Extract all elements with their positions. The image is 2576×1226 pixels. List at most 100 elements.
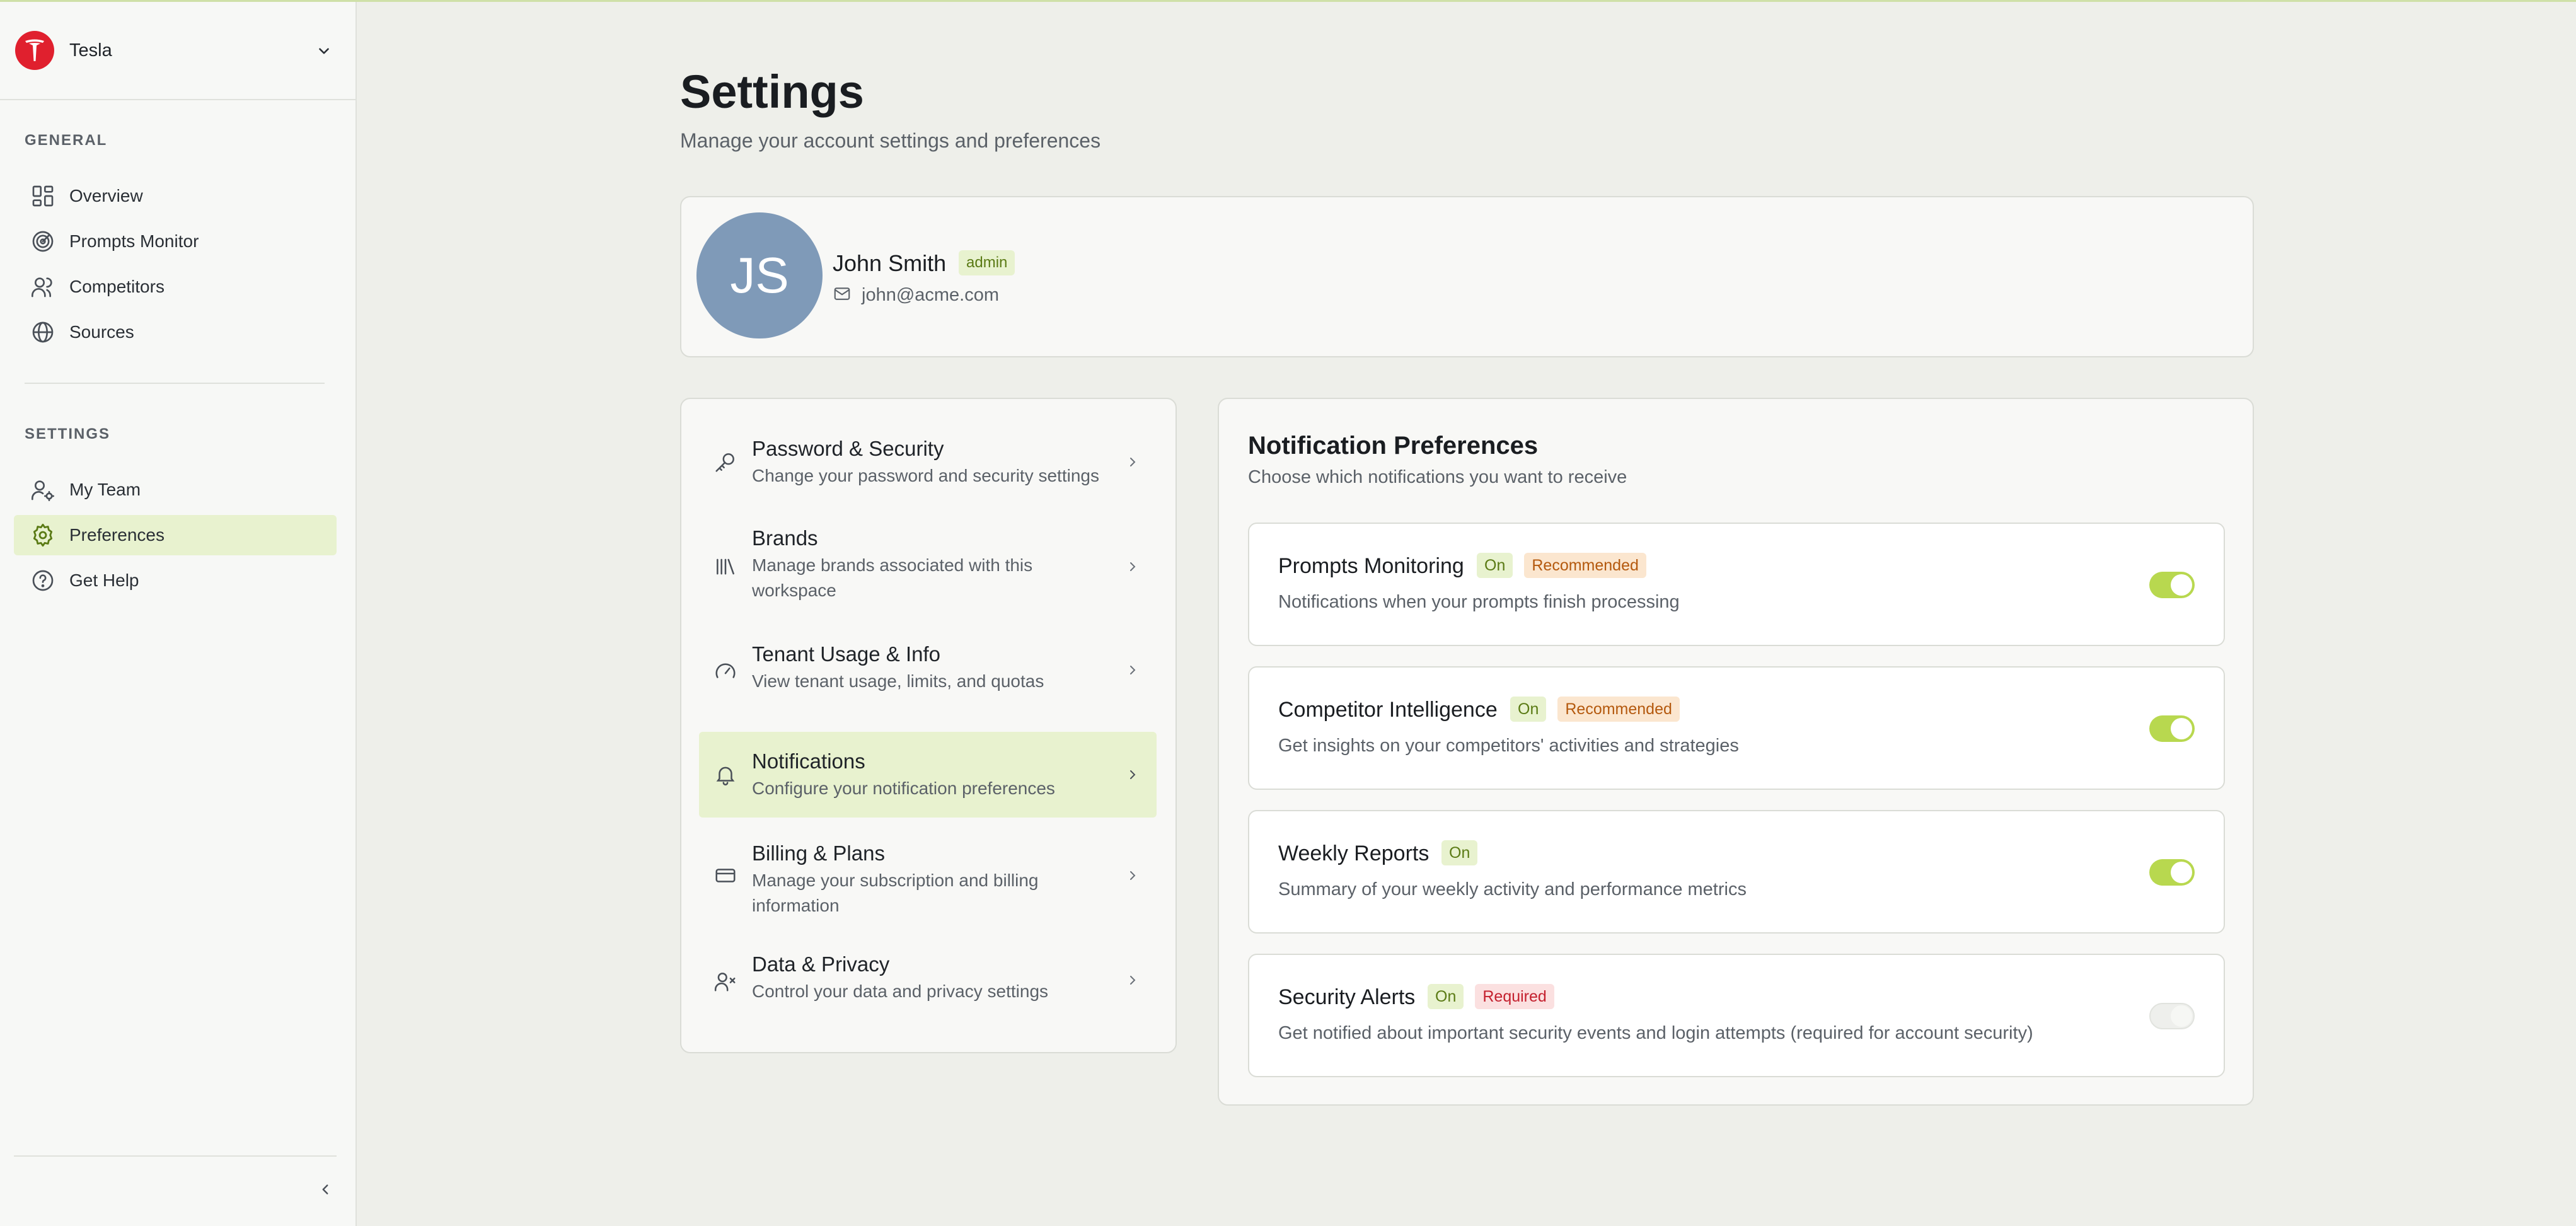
pref-row-security-alerts: Security Alerts On Required Get notified… [1248, 954, 2225, 1077]
sidebar-item-label: Get Help [69, 570, 139, 590]
sidebar-item-get-help[interactable]: Get Help [14, 560, 337, 601]
bell-icon [712, 761, 739, 789]
sidebar-item-prompts-monitor[interactable]: Prompts Monitor [14, 221, 337, 262]
library-icon [712, 553, 739, 581]
user-gear-icon [29, 476, 57, 504]
chevron-right-icon [1121, 763, 1144, 786]
sidebar-item-my-team[interactable]: My Team [14, 470, 337, 510]
toggle-knob [2171, 574, 2192, 596]
profile-email: john@acme.com [862, 285, 1000, 305]
app-root: Tesla GENERAL Overview Prompts Monitor C… [0, 0, 2576, 1226]
workspace-name: Tesla [69, 40, 112, 61]
main-content: Settings Manage your account settings an… [357, 2, 2576, 1226]
toggle-competitor-intelligence[interactable] [2149, 715, 2195, 742]
sidebar-item-sources[interactable]: Sources [14, 312, 337, 352]
chevron-right-icon [1121, 864, 1144, 887]
sidebar-item-label: Prompts Monitor [69, 231, 199, 251]
user-x-icon [712, 968, 739, 995]
role-badge: admin [959, 250, 1015, 275]
status-badge: On [1441, 840, 1478, 865]
sidebar: Tesla GENERAL Overview Prompts Monitor C… [0, 2, 357, 1226]
menu-item-title: Notifications [752, 749, 865, 773]
menu-item-title: Billing & Plans [752, 841, 885, 865]
pref-row-prompts-monitoring: Prompts Monitoring On Recommended Notifi… [1248, 523, 2225, 646]
chevron-right-icon [1121, 555, 1144, 578]
sidebar-divider [25, 383, 325, 384]
sidebar-bottom-divider [14, 1155, 337, 1157]
toggle-prompts-monitoring[interactable] [2149, 572, 2195, 598]
chevron-right-icon [1121, 659, 1144, 681]
pref-desc: Get insights on your competitors' activi… [1278, 736, 1739, 756]
page-title: Settings [680, 66, 864, 118]
pref-row-weekly-reports: Weekly Reports On Summary of your weekly… [1248, 810, 2225, 934]
menu-item-desc: Control your data and privacy settings [752, 981, 1049, 1001]
menu-item-title: Tenant Usage & Info [752, 642, 941, 666]
menu-item-desc: View tenant usage, limits, and quotas [752, 671, 1044, 691]
menu-item-tenant-usage[interactable]: Tenant Usage & Info View tenant usage, l… [699, 625, 1157, 717]
recommended-badge: Recommended [1524, 553, 1646, 578]
help-circle-icon [29, 567, 57, 594]
avatar: JS [696, 212, 823, 338]
recommended-badge: Recommended [1557, 697, 1680, 722]
menu-item-billing-plans[interactable]: Billing & Plans Manage your subscription… [699, 821, 1157, 930]
pref-desc: Notifications when your prompts finish p… [1278, 592, 1680, 612]
status-badge: On [1510, 697, 1547, 722]
tesla-logo-icon [15, 31, 54, 70]
page-subtitle: Manage your account settings and prefere… [680, 129, 1101, 152]
toggle-knob [2171, 1005, 2192, 1027]
workspace-switcher[interactable]: Tesla [0, 2, 357, 100]
users-icon [29, 273, 57, 301]
radar-icon [29, 228, 57, 255]
pref-badges: On Recommended [1477, 553, 1646, 578]
pref-badges: On Required [1428, 984, 1554, 1009]
menu-item-brands[interactable]: Brands Manage brands associated with thi… [699, 512, 1157, 621]
menu-item-password-security[interactable]: Password & Security Change your password… [699, 417, 1157, 509]
mail-icon [833, 284, 852, 306]
pref-title: Prompts Monitoring [1278, 554, 1464, 578]
required-badge: Required [1475, 984, 1554, 1009]
pref-badges: On Recommended [1510, 697, 1680, 722]
chevron-left-icon [317, 1181, 333, 1201]
general-section-label: GENERAL [25, 132, 108, 149]
menu-item-data-privacy[interactable]: Data & Privacy Control your data and pri… [699, 934, 1157, 1026]
notification-preferences-card: Notification Preferences Choose which no… [1218, 398, 2254, 1106]
chevron-right-icon [1121, 969, 1144, 992]
sidebar-item-label: Preferences [69, 525, 165, 545]
sidebar-item-label: Competitors [69, 277, 165, 296]
menu-item-desc: Manage brands associated with this works… [752, 555, 1033, 600]
pref-title: Competitor Intelligence [1278, 698, 1498, 722]
pref-desc: Get notified about important security ev… [1278, 1023, 2033, 1043]
chevron-right-icon [1121, 451, 1144, 473]
menu-item-notifications[interactable]: Notifications Configure your notificatio… [699, 732, 1157, 818]
menu-item-desc: Configure your notification preferences [752, 778, 1055, 798]
collapse-sidebar-button[interactable] [313, 1178, 338, 1203]
key-icon [712, 448, 739, 476]
toggle-knob [2171, 862, 2192, 883]
globe-icon [29, 318, 57, 346]
toggle-weekly-reports[interactable] [2149, 859, 2195, 886]
profile-name: John Smith [833, 250, 947, 276]
notification-preferences-subtitle: Choose which notifications you want to r… [1248, 467, 1627, 487]
toggle-knob [2171, 718, 2192, 739]
profile-email-row: john@acme.com [833, 284, 999, 306]
sidebar-item-overview[interactable]: Overview [14, 176, 337, 216]
toggle-security-alerts [2149, 1003, 2195, 1029]
chevron-down-icon[interactable] [311, 38, 337, 64]
status-badge: On [1477, 553, 1513, 578]
settings-section-label: SETTINGS [25, 425, 111, 442]
settings-menu: Password & Security Change your password… [680, 398, 1177, 1053]
pref-badges: On [1441, 840, 1478, 865]
sidebar-item-label: Overview [69, 186, 143, 205]
sidebar-item-label: My Team [69, 480, 141, 499]
pref-title: Security Alerts [1278, 985, 1416, 1009]
status-badge: On [1428, 984, 1464, 1009]
menu-item-title: Brands [752, 526, 818, 550]
sidebar-item-preferences[interactable]: Preferences [14, 515, 337, 555]
menu-item-title: Data & Privacy [752, 952, 890, 976]
gauge-icon [712, 657, 739, 685]
pref-title: Weekly Reports [1278, 841, 1430, 865]
profile-card: JS John Smith admin john@acme.com [680, 196, 2254, 357]
pref-row-competitor-intelligence: Competitor Intelligence On Recommended G… [1248, 666, 2225, 790]
pref-desc: Summary of your weekly activity and perf… [1278, 879, 1747, 899]
sidebar-item-competitors[interactable]: Competitors [14, 267, 337, 307]
